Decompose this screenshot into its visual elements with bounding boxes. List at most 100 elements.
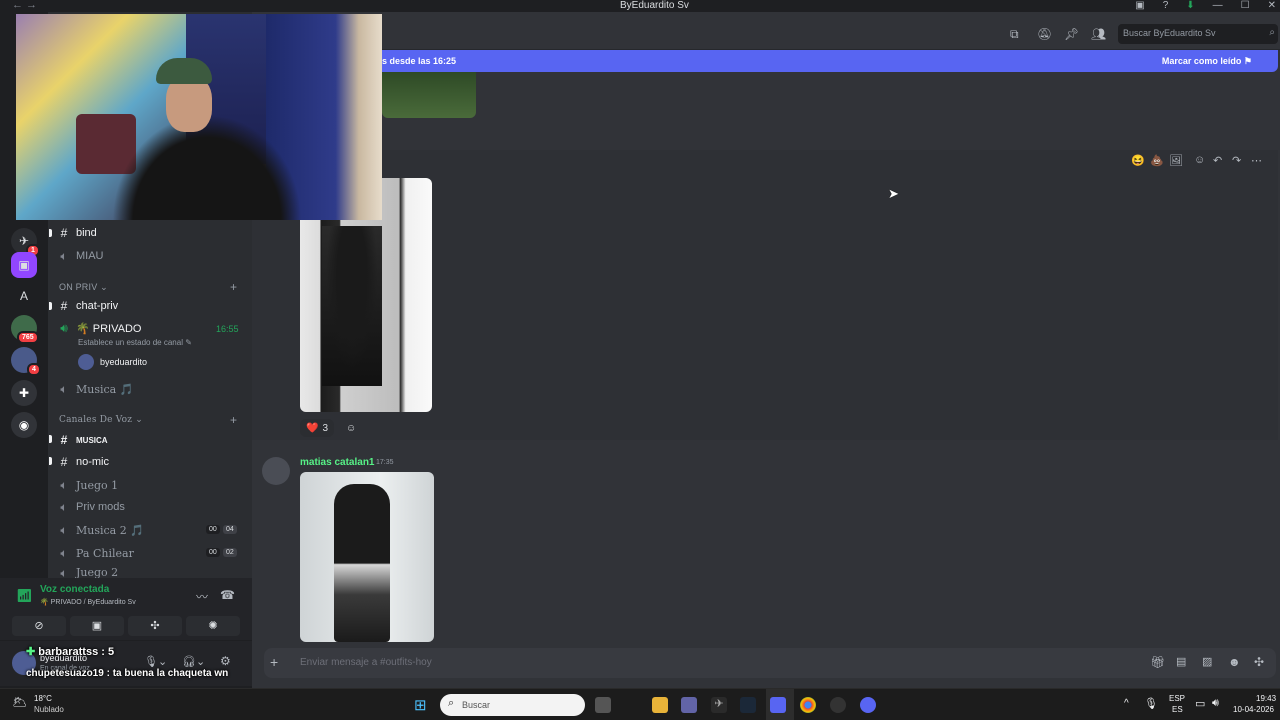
threads-icon[interactable]: ⧉: [1010, 27, 1019, 42]
speaker-icon: 🔈︎: [60, 545, 68, 560]
message-timestamp: 17:35: [376, 459, 394, 466]
add-reaction-button[interactable]: ☺: [340, 419, 362, 437]
weather-desc[interactable]: Nublado: [34, 705, 64, 714]
activities-button[interactable]: ✣: [128, 616, 182, 636]
unread-indicator: [49, 457, 52, 465]
screen-share-button[interactable]: ▣: [70, 616, 124, 636]
voice-location[interactable]: 🌴 PRIVADO / ByEduardito Sv: [40, 598, 136, 606]
microphone-icon[interactable]: 🎙︎: [1144, 697, 1158, 710]
discord-taskbar-icon[interactable]: [770, 697, 786, 713]
gift-icon[interactable]: 🎁︎: [1150, 655, 1165, 669]
pin-icon[interactable]: 📌︎: [1064, 27, 1079, 41]
emoji-icon[interactable]: ☻: [1228, 655, 1241, 669]
sticker-icon[interactable]: ▨: [1202, 655, 1212, 668]
microphone-icon[interactable]: 🎙︎⌄: [144, 655, 167, 668]
download-icon[interactable]: ⬇: [1186, 0, 1194, 12]
channel-juego-1[interactable]: 🔈︎ Juego 1: [56, 475, 246, 495]
mention-badge: 765: [17, 331, 39, 344]
chrome-icon[interactable]: [800, 697, 816, 713]
inbox-icon[interactable]: ▣: [1135, 0, 1144, 12]
channel-bind[interactable]: # bind: [56, 223, 246, 243]
disconnect-icon[interactable]: ☎: [220, 588, 235, 602]
volume-icon[interactable]: 🔊︎: [1212, 697, 1219, 710]
emoji-reaction-icon[interactable]: 😆: [1131, 154, 1145, 167]
language-top[interactable]: ESP: [1169, 694, 1185, 703]
server-letter[interactable]: A: [11, 283, 37, 309]
message-author[interactable]: matias catalan1: [300, 457, 375, 468]
language-bottom[interactable]: ES: [1172, 705, 1183, 714]
attach-plus-icon[interactable]: +: [270, 654, 278, 670]
app-icon[interactable]: ✈: [711, 697, 727, 713]
emoji-reaction-icon[interactable]: 🖼: [1169, 154, 1183, 167]
channel-status[interactable]: Establece un estado de canal ✎: [78, 338, 192, 347]
headphones-icon[interactable]: 🎧︎⌄: [182, 655, 205, 668]
apps-icon[interactable]: ✣: [1254, 655, 1264, 669]
add-channel-icon[interactable]: +: [230, 280, 237, 294]
maximize-button[interactable]: ☐: [1241, 0, 1250, 12]
minimize-button[interactable]: —: [1213, 0, 1223, 12]
camera-off-icon: ⊘: [34, 620, 44, 632]
reaction-heart[interactable]: ❤️ 3: [300, 419, 335, 437]
clock-date[interactable]: 10-04-2026: [1233, 705, 1274, 714]
taskbar-search[interactable]: ⌕ Buscar: [440, 694, 585, 716]
channel-musica-text[interactable]: # MUSICA: [56, 430, 246, 450]
gif-icon[interactable]: ▤: [1176, 655, 1186, 668]
attachment-image[interactable]: [300, 472, 434, 642]
stream-chat-line: chupetesuazo19 : ta buena la chaqueta wn: [26, 668, 229, 679]
discord-icon[interactable]: [860, 697, 876, 713]
search-icon: ⌕: [448, 697, 455, 709]
forward-icon[interactable]: ↷: [1232, 154, 1241, 167]
obs-icon[interactable]: [830, 697, 846, 713]
voice-user-name[interactable]: byeduardito: [100, 357, 147, 367]
twitch-server-icon[interactable]: ▣: [11, 252, 37, 278]
attachment-image[interactable]: [382, 72, 476, 118]
channel-no-mic[interactable]: # no-mic: [56, 452, 246, 472]
activities-icon: ✣: [150, 620, 160, 632]
notification-muted-icon[interactable]: 🔕︎: [1037, 27, 1052, 41]
webcam-person-cap: [156, 58, 212, 84]
channel-chat-priv[interactable]: # chat-priv: [56, 296, 246, 316]
signal-icon[interactable]: 📶︎: [16, 588, 33, 604]
camera-off-button[interactable]: ⊘: [12, 616, 66, 636]
avatar[interactable]: [262, 457, 290, 485]
message-input[interactable]: Enviar mensaje a #outfits-hoy: [300, 657, 432, 668]
close-button[interactable]: ✕: [1268, 0, 1276, 12]
channel-priv-mods[interactable]: 🔈︎ Priv mods: [56, 497, 246, 517]
new-messages-bar[interactable]: s desde las 16:25 Marcar como leído ⚑: [376, 50, 1278, 72]
search-input[interactable]: Buscar ByEduardito Sv ⌕: [1118, 24, 1278, 44]
unread-indicator: [49, 229, 52, 237]
windows-start-icon[interactable]: ⊞: [414, 696, 427, 714]
mark-as-read-button[interactable]: Marcar como leído ⚑: [1162, 56, 1252, 67]
discover-icon[interactable]: ◉: [11, 412, 37, 438]
channel-musica[interactable]: 🔈︎ Musica 🎵: [56, 379, 246, 399]
soundboard-button[interactable]: ✺: [186, 616, 240, 636]
more-options-icon[interactable]: ⋯: [1251, 154, 1262, 167]
reply-icon[interactable]: ↶: [1213, 154, 1222, 167]
category-canales-de-voz[interactable]: Canales De Voz ⌄: [59, 415, 143, 425]
add-server-icon[interactable]: ✚: [11, 380, 37, 406]
steam-icon[interactable]: [740, 697, 756, 713]
add-reaction-icon[interactable]: ☺: [1194, 154, 1205, 166]
weather-icon[interactable]: 🌥︎: [12, 695, 27, 709]
member-list-icon[interactable]: 👥︎: [1091, 27, 1106, 41]
add-channel-icon[interactable]: +: [230, 413, 237, 427]
help-icon[interactable]: ?: [1163, 0, 1169, 12]
clock-time[interactable]: 19:43: [1256, 694, 1276, 703]
file-explorer-icon[interactable]: [652, 697, 668, 713]
network-icon[interactable]: ▭: [1195, 697, 1205, 710]
task-view-icon[interactable]: [595, 697, 611, 713]
emoji-reaction-icon[interactable]: 💩: [1150, 154, 1164, 167]
mention-badge: 4: [27, 363, 41, 376]
teams-icon[interactable]: [681, 697, 697, 713]
chevron-up-icon[interactable]: ^: [1124, 698, 1129, 709]
weather-temp[interactable]: 18°C: [34, 694, 52, 703]
voice-status[interactable]: Voz conectada: [40, 584, 109, 595]
category-on-priv[interactable]: ON PRIV ⌄: [59, 282, 108, 293]
noise-suppression-icon[interactable]: 〰: [196, 588, 208, 605]
webcam-person-face: [166, 76, 212, 132]
settings-gear-icon[interactable]: ⚙: [220, 654, 231, 668]
channel-miau[interactable]: 🔈︎ MIAU: [56, 246, 246, 266]
message-composer[interactable]: + Enviar mensaje a #outfits-hoy 🎁︎ ▤ ▨ ☻…: [264, 648, 1276, 678]
back-arrow-icon[interactable]: ← →: [12, 0, 37, 11]
channel-juego-2[interactable]: 🔈︎ Juego 2: [56, 566, 246, 578]
